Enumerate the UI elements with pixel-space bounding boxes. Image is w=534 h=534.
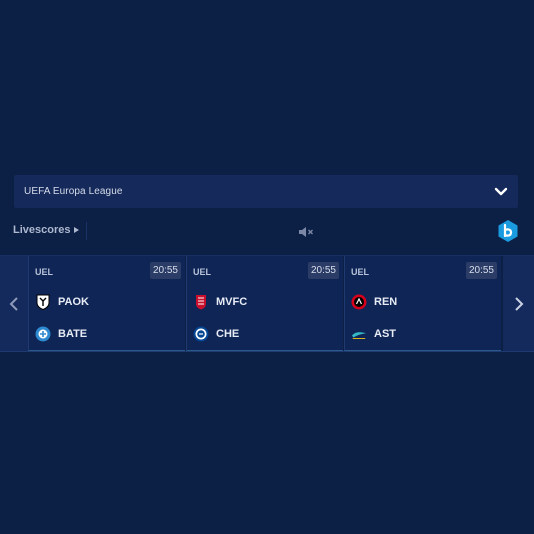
away-team: BATE	[35, 326, 87, 342]
chelsea-crest-icon	[193, 326, 209, 342]
kickoff-time: 20:55	[465, 262, 497, 279]
competition-label: UEL	[35, 267, 53, 277]
rennes-crest-icon	[351, 294, 367, 310]
competition-label: UEL	[193, 267, 211, 277]
team-abbr: AST	[374, 328, 396, 340]
away-team: CHE	[193, 326, 239, 342]
toolbar: Livescores	[0, 216, 534, 246]
home-team: REN	[351, 294, 397, 310]
home-team: MVFC	[193, 294, 247, 310]
team-abbr: REN	[374, 296, 398, 308]
match-card-1[interactable]: UEL 20:55 PAOK BATE	[28, 256, 185, 351]
carousel-next-button[interactable]	[503, 256, 534, 351]
team-abbr: CHE	[216, 328, 240, 340]
astana-crest-icon	[351, 326, 367, 342]
home-team: PAOK	[35, 294, 89, 310]
scores-carousel: UEL 20:55 PAOK BATE UEL 20:55 MVFC CHE U…	[0, 256, 534, 352]
mvfc-crest-icon	[193, 294, 209, 310]
bate-crest-icon	[35, 326, 51, 342]
carousel-prev-button[interactable]	[0, 256, 28, 351]
toolbar-divider	[86, 222, 87, 240]
play-triangle-icon	[74, 227, 80, 233]
livescores-label: Livescores	[13, 224, 71, 236]
team-abbr: PAOK	[58, 296, 89, 308]
paok-crest-icon	[35, 294, 51, 310]
away-team: AST	[351, 326, 396, 342]
match-card-2[interactable]: UEL 20:55 MVFC CHE	[186, 256, 343, 351]
livescores-link[interactable]: Livescores	[13, 224, 80, 236]
chevron-left-icon	[9, 296, 18, 311]
bottom-border	[0, 351, 534, 352]
kickoff-time: 20:55	[307, 262, 339, 279]
kickoff-time: 20:55	[149, 262, 181, 279]
chevron-down-icon	[493, 184, 509, 200]
speaker-mute-icon[interactable]	[298, 225, 316, 239]
team-abbr: BATE	[58, 328, 88, 340]
team-abbr: MVFC	[216, 296, 248, 308]
brand-b-logo-icon[interactable]	[497, 219, 519, 243]
chevron-right-icon	[514, 296, 523, 311]
match-card-3[interactable]: UEL 20:55 REN AST	[344, 256, 501, 351]
league-select-label: UEFA Europa League	[24, 186, 123, 197]
league-select[interactable]: UEFA Europa League	[14, 175, 518, 208]
competition-label: UEL	[351, 267, 369, 277]
